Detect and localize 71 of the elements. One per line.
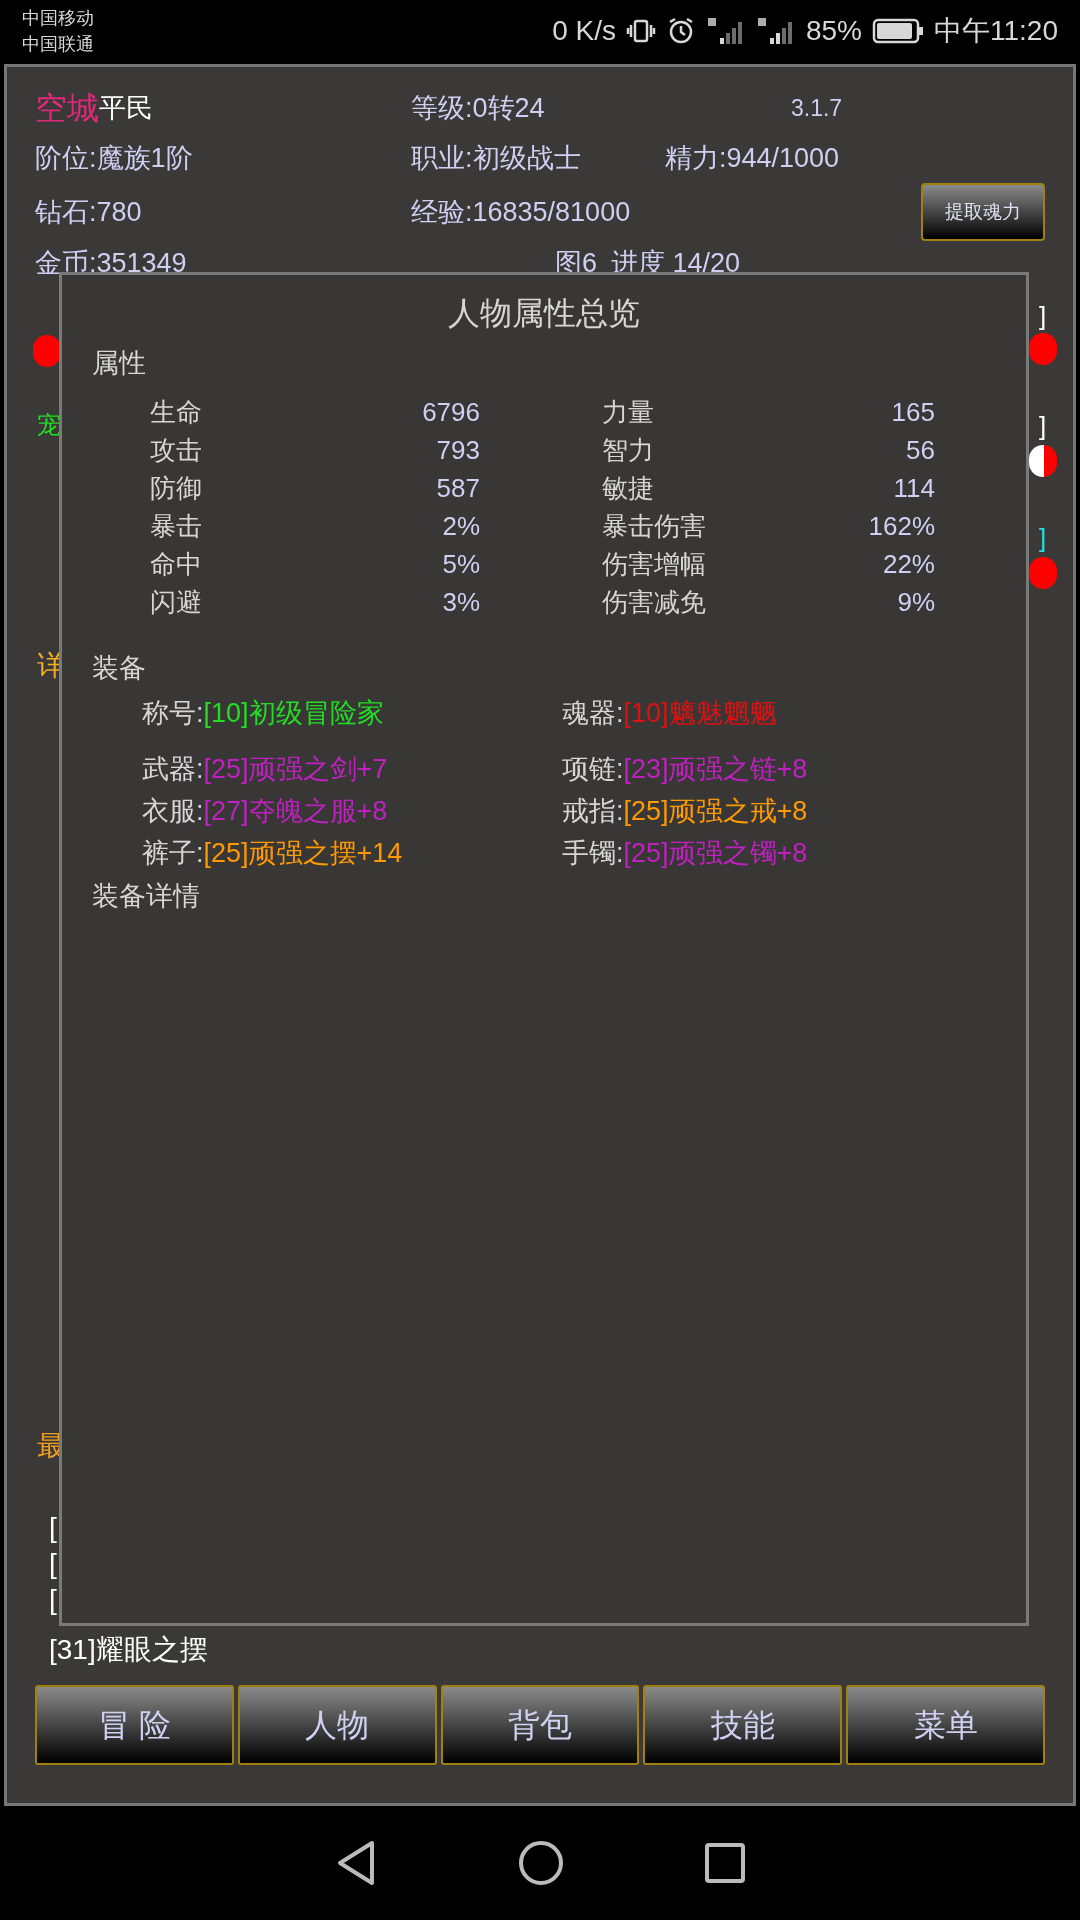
attribute-value: 165 xyxy=(890,396,935,429)
attribute-label: 力量 xyxy=(602,396,655,429)
partial-text: ] xyxy=(1039,300,1047,333)
dialog-title: 人物属性总览 xyxy=(448,294,640,333)
coins-label: 金币:351349 xyxy=(35,246,187,280)
attribute-label: 生命 xyxy=(150,396,203,429)
nav-button[interactable]: 菜单 xyxy=(846,1685,1045,1765)
recents-icon[interactable] xyxy=(704,1842,746,1884)
nav-button[interactable]: 技能 xyxy=(643,1685,843,1765)
attribute-value: 5% xyxy=(441,548,480,581)
equipment-slot: 称号: xyxy=(142,692,204,734)
attribute-value: 9% xyxy=(896,586,935,619)
home-icon[interactable] xyxy=(518,1840,564,1886)
clock-time: 中午11:20 xyxy=(934,14,1058,48)
partial-text: 宠 xyxy=(37,410,61,440)
equipment-item[interactable]: [25]顽强之摆+14 xyxy=(203,832,403,874)
equipment-slot: 手镯: xyxy=(562,832,624,874)
equipment-item[interactable]: [25]顽强之戒+8 xyxy=(623,790,808,832)
equipment-slot: 项链: xyxy=(562,748,624,790)
partial-text: [ xyxy=(49,1511,57,1545)
player-name: 空城 xyxy=(35,89,99,128)
class-label: 职业:初级战士 xyxy=(411,141,581,175)
level-label: 等级:0转24 xyxy=(411,91,545,125)
equipment-slot: 魂器: xyxy=(562,692,624,734)
nav-button[interactable]: 人物 xyxy=(237,1685,437,1765)
attribute-value: 56 xyxy=(905,434,935,467)
equipment-slot: 武器: xyxy=(142,748,204,790)
attribute-label: 攻击 xyxy=(150,434,203,467)
attribute-label: 伤害减免 xyxy=(602,586,707,619)
attribute-label: 伤害增幅 xyxy=(602,548,707,581)
attribute-value: 22% xyxy=(881,548,935,581)
equipment-item[interactable]: [10]初级冒险家 xyxy=(203,692,384,734)
carrier-name: 中国移动 xyxy=(22,7,94,30)
equipment-details-link[interactable]: 装备详情 xyxy=(92,881,200,911)
attribute-value: 6796 xyxy=(421,396,480,429)
exp-label: 经验:16835/81000 xyxy=(411,195,631,229)
attribute-label: 敏捷 xyxy=(602,472,655,505)
attribute-label: 暴击 xyxy=(150,510,203,543)
equipment-slot: 戒指: xyxy=(562,790,624,832)
battery-icon xyxy=(872,17,924,45)
carrier-name: 中国联通 xyxy=(22,33,94,56)
attribute-value: 3% xyxy=(441,586,480,619)
section-heading: 属性 xyxy=(92,348,146,378)
attribute-value: 587 xyxy=(435,472,480,505)
extract-soul-button[interactable]: 提取魂力 xyxy=(921,183,1045,241)
attribute-label: 防御 xyxy=(150,472,203,505)
partial-text: ] xyxy=(1039,410,1047,443)
battery-percent: 85% xyxy=(805,14,862,48)
partial-text: ] xyxy=(1039,522,1047,555)
tier-label: 阶位:魔族1阶 xyxy=(35,141,193,175)
nav-button[interactable]: 冒 险 xyxy=(35,1685,234,1765)
attribute-label: 暴击伤害 xyxy=(602,510,707,543)
equipment-slot: 衣服: xyxy=(142,790,204,832)
player-rank: 平民 xyxy=(99,91,153,125)
attribute-value: 162% xyxy=(867,510,935,543)
attribute-label: 命中 xyxy=(150,548,203,581)
attribute-label: 闪避 xyxy=(150,586,203,619)
partial-text: [ xyxy=(49,1547,57,1581)
attribute-value: 114 xyxy=(892,472,935,505)
section-heading: 装备 xyxy=(92,652,146,683)
attribute-value: 2% xyxy=(441,510,480,543)
net-speed: 0 K/s xyxy=(552,14,616,48)
partial-text: [31]耀眼之摆 xyxy=(49,1633,208,1667)
version-label: 3.1.7 xyxy=(791,93,843,123)
equipment-slot: 裤子: xyxy=(142,832,204,874)
energy-label: 精力:944/1000 xyxy=(665,141,840,175)
nav-button[interactable]: 背包 xyxy=(440,1685,640,1765)
diamonds-label: 钻石:780 xyxy=(35,195,142,229)
partial-text: [ xyxy=(49,1583,57,1617)
attribute-label: 智力 xyxy=(602,434,655,467)
attribute-value: 793 xyxy=(435,434,480,467)
